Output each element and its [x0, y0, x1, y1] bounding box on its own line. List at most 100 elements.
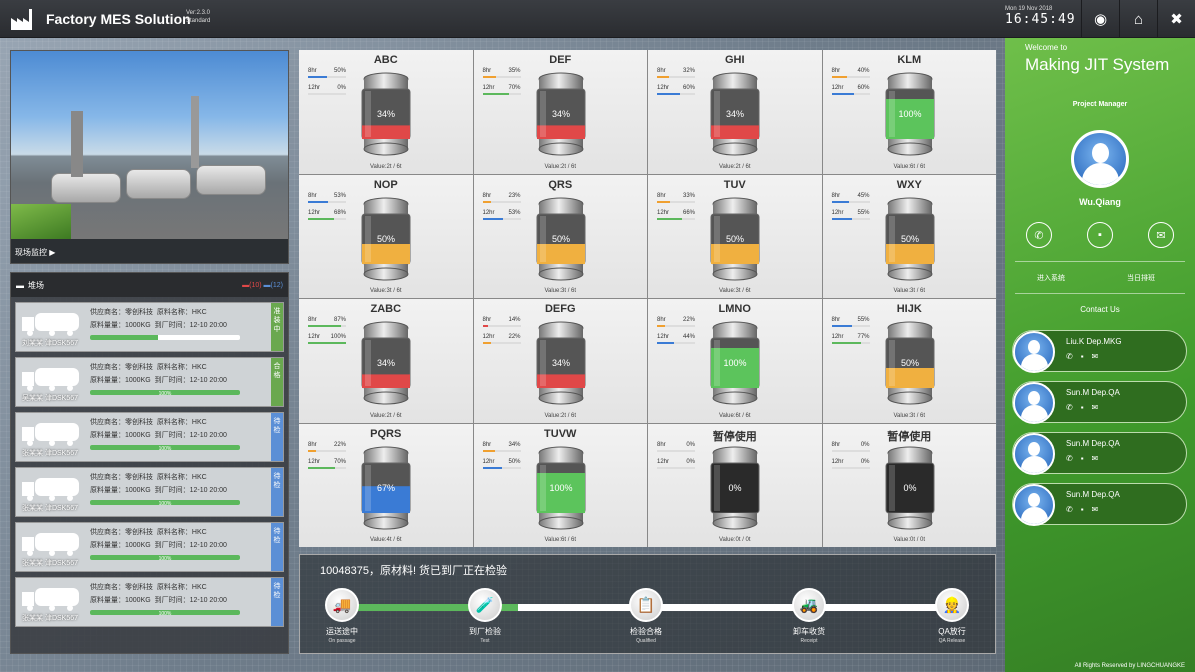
tank-cell[interactable]: ABC 8hr 50% 12hr 0% 34% Value:2t / 6t — [299, 50, 473, 174]
tank-fill-label: 34% — [377, 358, 395, 368]
unload-progress-bar: 100% — [90, 500, 240, 505]
tank-value: Value:6t / 6t — [893, 163, 926, 170]
phone-button[interactable]: ✆ — [1026, 222, 1052, 248]
tank-cell[interactable]: QRS 8hr 23% 12hr 53% 50% Value:3t / 6t — [473, 174, 647, 298]
phone-icon: ✆ — [1066, 454, 1081, 463]
schedule-link[interactable]: 当日排班 — [1127, 273, 1155, 283]
chat-icon: ▪ — [1080, 505, 1092, 514]
yard-counts: ▬(10) ▬(12) — [242, 281, 283, 289]
chat-icon: ▪ — [1080, 352, 1092, 361]
tank-cell[interactable]: KLM 8hr 40% 12hr 60% 100% Value:6t / 6t — [822, 50, 996, 174]
tank-cell[interactable]: DEFG 8hr 14% 12hr 22% 34% Value:2t / 6t — [473, 299, 647, 423]
tank-cell[interactable]: TUVW 8hr 34% 12hr 50% 100% Value:6t / 6t — [473, 423, 647, 547]
tank-fill-label: 67% — [377, 483, 395, 493]
status-badge: 待检 — [271, 413, 283, 461]
unload-progress-bar: 100% — [90, 555, 240, 560]
tank-8hr-stat: 8hr 53% — [308, 193, 346, 208]
tank-value: Value:2t / 6t — [544, 412, 577, 419]
truck-card[interactable]: 张某某 津DSK567 供应商名：零创科技 原料名称：HKC 原料量量：1000… — [15, 522, 284, 572]
close-icon: ✖ — [1170, 11, 1183, 28]
tank-value: Value:4t / 6t — [369, 537, 402, 543]
tank-cell[interactable]: 暂停使用 8hr 0% 12hr 0% 0% Value:0t / 0t — [648, 423, 822, 547]
tank-value: Value:0t / 0t — [893, 537, 926, 543]
home-button[interactable]: ⌂ — [1119, 0, 1157, 38]
message-button[interactable]: ▪ — [1087, 222, 1113, 248]
progress-step[interactable]: 🚜 卸车收货 Receipt — [769, 588, 849, 644]
progress-step[interactable]: 🧪 到厂检验 Test — [445, 588, 525, 644]
contact-card[interactable]: Sun.M Dep.QA ✆▪✉ — [1012, 381, 1187, 424]
truck-card[interactable]: 吴某某 津DSK567 供应商名：零创科技 原料名称：HKC 原料量量：1000… — [15, 357, 284, 407]
camera-feed-image[interactable] — [11, 51, 288, 239]
truck-card[interactable]: 张某某 津DSK567 供应商名：零创科技 原料名称：HKC 原料量量：1000… — [15, 412, 284, 462]
tank-cell[interactable]: DEF 8hr 35% 12hr 70% 34% Value:2t / 6t — [473, 50, 647, 174]
step-label: 到厂检验 — [469, 627, 501, 636]
truck-info: 供应商名：零创科技 原料名称：HKC 原料量量：1000KG 到厂时间：12-1… — [88, 413, 271, 461]
camera-panel: 现场监控 ▶ — [10, 50, 289, 264]
tank-12hr-stat: 12hr 77% — [831, 334, 870, 349]
progress-step[interactable]: 👷 QA放行 QA Release — [912, 588, 992, 644]
tank-name: KLM — [897, 54, 922, 66]
tank-8hr-stat: 8hr 55% — [831, 317, 870, 332]
step-icon: 🚚 — [325, 588, 359, 622]
status-badge: 准装中 — [271, 303, 283, 351]
tank-fill-label: 50% — [377, 234, 395, 244]
truck-icon: 张某某 津DSK567 — [16, 468, 88, 516]
contact-card[interactable]: Sun.M Dep.QA ✆▪✉ — [1012, 483, 1187, 526]
tank-cell[interactable]: ZABC 8hr 87% 12hr 100% 34% Value:2t / 6t — [299, 299, 473, 423]
driver-plate: 吴某某 津DSK567 — [22, 395, 79, 402]
chat-icon: ▪ — [1080, 403, 1092, 412]
clock: Mon 19 Nov 2018 16:45:49 — [1005, 6, 1076, 27]
truck-card[interactable]: 张某某 津DSK567 供应商名：零创科技 原料名称：HKC 原料量量：1000… — [15, 577, 284, 627]
user-panel: Welcome to Making JIT System Project Man… — [1005, 38, 1195, 672]
tank-8hr-stat: 8hr 87% — [308, 317, 346, 332]
truck-card[interactable]: 张某某 津DSK567 供应商名：零创科技 原料名称：HKC 原料量量：1000… — [15, 467, 284, 517]
tank-12hr-stat: 12hr 0% — [308, 85, 346, 100]
progress-step[interactable]: 🚚 运送途中 On passage — [302, 588, 382, 644]
driver-plate: 张某某 津DSK567 — [22, 505, 79, 512]
tank-cell[interactable]: HIJK 8hr 55% 12hr 77% 50% Value:3t / 6t — [822, 299, 996, 423]
truck-info: 供应商名：零创科技 原料名称：HKC 原料量量：1000KG 到厂时间：12-1… — [88, 523, 271, 571]
contact-actions[interactable]: ✆▪✉ — [1066, 454, 1106, 463]
contact-card[interactable]: Sun.M Dep.QA ✆▪✉ — [1012, 432, 1187, 475]
tank-cell[interactable]: PQRS 8hr 22% 12hr 70% 67% Value:4t / 6t — [299, 423, 473, 547]
tank-cell[interactable]: TUV 8hr 33% 12hr 66% 50% Value:3t / 6t — [648, 174, 822, 298]
tank-8hr-stat: 8hr 23% — [482, 193, 521, 208]
tank-cell[interactable]: LMNO 8hr 22% 12hr 44% 100% Value:6t / 6t — [648, 299, 822, 423]
email-button[interactable]: ✉ — [1148, 222, 1174, 248]
skin-button[interactable]: ◉ — [1081, 0, 1119, 38]
unload-progress-bar: 100% — [90, 390, 240, 395]
yard-header: ▬ 堆场 ▬(10) ▬(12) — [11, 273, 288, 297]
phone-icon: ✆ — [1066, 505, 1081, 514]
tank-12hr-stat: 12hr 44% — [657, 334, 695, 349]
tank-cell[interactable]: 暂停使用 8hr 0% 12hr 0% 0% Value:0t / 0t — [822, 423, 996, 547]
truck-card[interactable]: 刘某某 津DSK567 供应商名：零创科技 原料名称：HKC 原料量量：1000… — [15, 302, 284, 352]
tank-cell[interactable]: WXY 8hr 45% 12hr 55% 50% Value:3t / 6t — [822, 174, 996, 298]
tank-8hr-stat: 8hr 0% — [831, 442, 870, 457]
user-role: Project Manager — [1072, 101, 1128, 108]
tank-fill-label: 100% — [549, 483, 572, 493]
tank-name: LMNO — [718, 303, 751, 315]
close-button[interactable]: ✖ — [1157, 0, 1195, 38]
time-text: 16:45:49 — [1005, 12, 1076, 27]
tank-12hr-stat: 12hr 100% — [308, 334, 346, 349]
contact-actions[interactable]: ✆▪✉ — [1066, 352, 1106, 361]
step-sublabel: On passage — [328, 638, 356, 644]
phone-icon: ✆ — [1034, 229, 1044, 242]
user-name: Wu.Qiang — [1079, 197, 1121, 207]
contact-actions[interactable]: ✆▪✉ — [1066, 403, 1106, 412]
tank-gauge: 34% — [536, 72, 585, 156]
camera-label[interactable]: 现场监控 ▶ — [15, 247, 55, 258]
progress-step[interactable]: 📋 检验合格 Qualified — [606, 588, 686, 644]
mail-icon: ✉ — [1091, 403, 1107, 412]
enter-system-link[interactable]: 进入系统 — [1037, 273, 1065, 283]
tank-cell[interactable]: NOP 8hr 53% 12hr 68% 50% Value:3t / 6t — [299, 174, 473, 298]
contact-actions[interactable]: ✆▪✉ — [1066, 505, 1106, 514]
tank-value: Value:2t / 6t — [369, 412, 402, 419]
tank-cell[interactable]: GHI 8hr 32% 12hr 60% 34% Value:2t / 6t — [648, 50, 822, 174]
contact-card[interactable]: Liu.K Dep.MKG ✆▪✉ — [1012, 330, 1187, 373]
contact-name: Sun.M Dep.QA — [1066, 388, 1120, 397]
truck-info: 供应商名：零创科技 原料名称：HKC 原料量量：1000KG 到厂时间：12-1… — [88, 578, 271, 626]
truck-icon: ▬ — [16, 280, 24, 290]
step-label: 运送途中 — [326, 627, 358, 636]
truck-icon: 刘某某 津DSK567 — [16, 303, 88, 351]
